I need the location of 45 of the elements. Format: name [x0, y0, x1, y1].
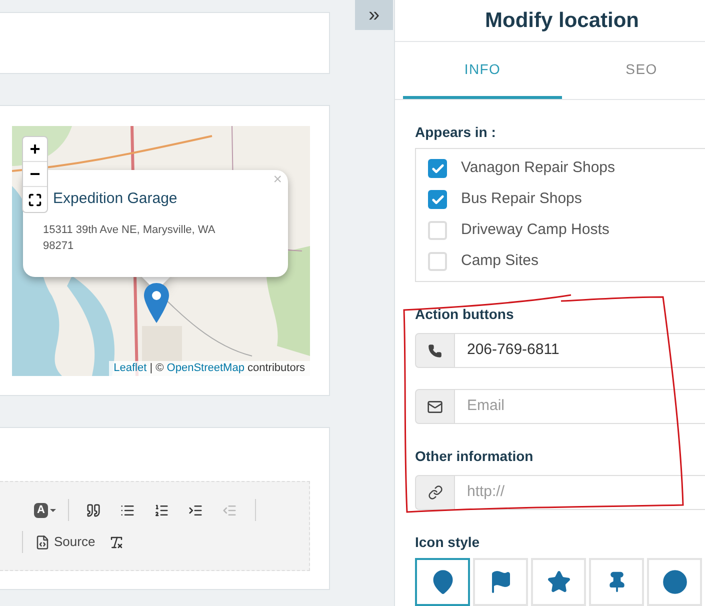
check-icon: [430, 192, 444, 206]
popup-address: 15311 39th Ave NE, Marysville, WA 98271: [43, 223, 216, 254]
panel-title: Modify location: [485, 8, 639, 34]
icon-style-option[interactable]: [415, 558, 470, 606]
checkbox-label: Vanagon Repair Shops: [461, 158, 615, 178]
openstreetmap-link[interactable]: OpenStreetMap: [166, 362, 244, 374]
checkbox[interactable]: [428, 190, 447, 209]
zoom-out-button[interactable]: −: [23, 162, 47, 187]
caret-icon: [50, 508, 56, 512]
checkbox[interactable]: [428, 221, 447, 240]
mail-icon: [427, 398, 443, 414]
bulleted-list-icon: [120, 502, 136, 518]
source-button[interactable]: Source: [31, 530, 100, 554]
checkbox-label: Camp Sites: [461, 251, 539, 272]
field-label: Action buttons: [415, 305, 515, 324]
check-icon: [430, 162, 444, 176]
link-icon: [428, 485, 442, 500]
checkbox-label: Driveway Camp Hosts: [461, 220, 610, 240]
tab[interactable]: SEO: [562, 42, 705, 99]
map-attribution: Leaflet | © OpenStreetMap contributors: [108, 361, 310, 376]
background-color-button[interactable]: A: [30, 498, 60, 522]
outdent-icon: [222, 502, 238, 518]
checkbox[interactable]: [428, 159, 447, 178]
field-label: Appears in :: [415, 123, 497, 142]
collapse-button[interactable]: »: [355, 0, 393, 30]
numbered-list-icon: [154, 502, 170, 518]
file-code-icon: [35, 534, 50, 550]
phone-field[interactable]: 206-769-6811: [455, 333, 705, 368]
circle-icon: [662, 569, 688, 595]
field-label: Icon style: [415, 533, 481, 552]
leaflet-link[interactable]: Leaflet: [114, 362, 147, 374]
checkbox[interactable]: [428, 252, 447, 271]
source-label: Source: [54, 533, 96, 552]
blockquote-icon: [86, 502, 102, 518]
field-label: Other information: [415, 447, 534, 466]
checkbox-label: Bus Repair Shops: [461, 189, 582, 210]
remove-format-icon: [108, 534, 124, 550]
map-marker-icon: [144, 283, 169, 323]
indent-icon: [188, 502, 204, 518]
email-field[interactable]: Email: [455, 389, 705, 424]
phone-icon: [428, 344, 442, 358]
star-icon: [546, 570, 570, 594]
url-field[interactable]: http://: [455, 475, 705, 510]
popup-title: Expedition Garage: [53, 190, 178, 208]
fullscreen-icon: [28, 192, 42, 206]
